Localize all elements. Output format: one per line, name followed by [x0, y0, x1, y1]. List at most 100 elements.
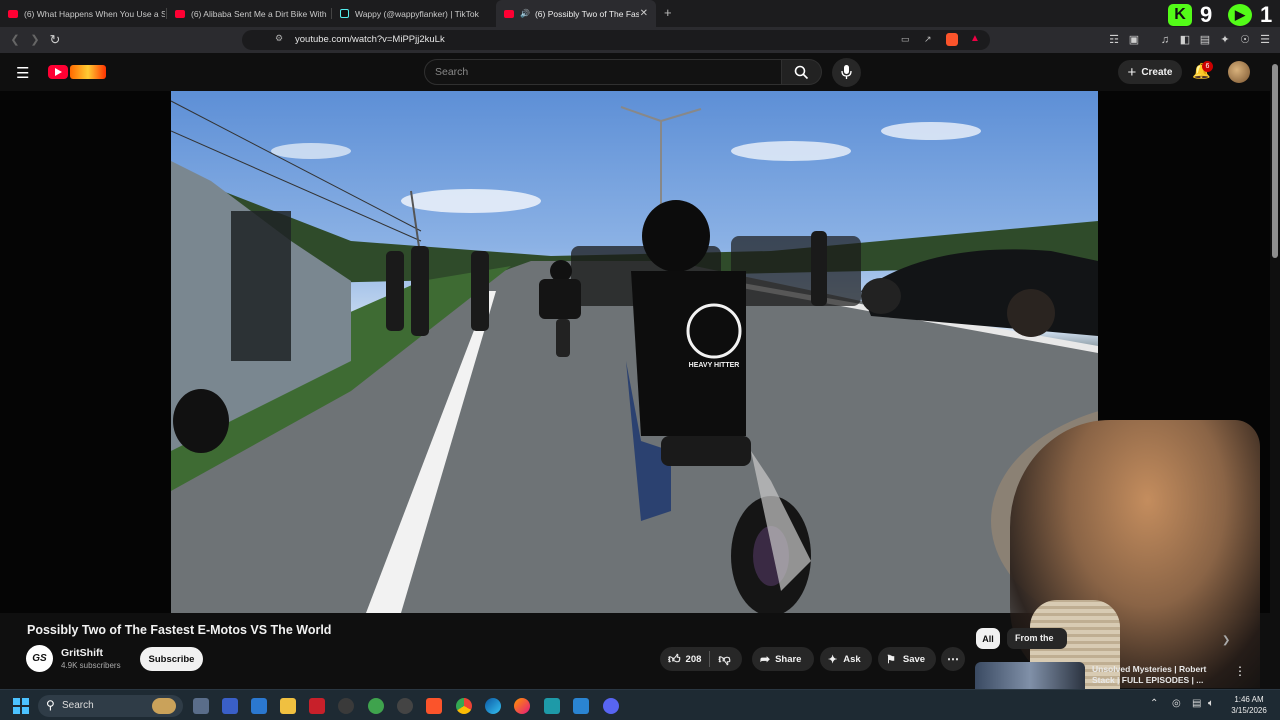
microphone-icon: [841, 65, 852, 79]
tiktok-favicon-icon: [340, 9, 349, 18]
app-icon[interactable]: [251, 698, 267, 714]
create-button[interactable]: + Create: [1118, 60, 1182, 84]
overlay-counter: 9: [1200, 2, 1213, 27]
windows-start-icon[interactable]: [13, 698, 29, 714]
chrome-icon[interactable]: [456, 698, 472, 714]
like-divider: [709, 651, 711, 667]
discord-icon[interactable]: [603, 698, 619, 714]
youtube-favicon-icon: [504, 9, 514, 18]
youtube-masthead: ☰ Search + Create 🔔 6: [0, 53, 1280, 91]
browser-tab-active[interactable]: 🔊 (6) Possibly Two of The Fastest ✕: [496, 0, 656, 27]
shirt-text: HEAVY HITTER: [689, 362, 740, 369]
vscode-icon[interactable]: [573, 698, 589, 714]
search-box[interactable]: Search: [424, 59, 782, 85]
channel-logo-icon: GS: [32, 653, 47, 664]
sidebar-icon[interactable]: ◧: [1178, 33, 1192, 47]
search-icon: ⚲: [46, 698, 55, 712]
windows-taskbar: ⚲ Search ⌃ ◎ ▤ 🔈︎ 1:46 AM 3/15/2026: [0, 689, 1280, 720]
clock-date: 3/15/2026: [1231, 706, 1267, 715]
overlay-counter: 1: [1260, 2, 1273, 27]
video-title: Possibly Two of The Fastest E-Motos VS T…: [27, 623, 332, 637]
screenshot-icon[interactable]: ▣: [1127, 33, 1141, 47]
share-page-icon[interactable]: ↗: [924, 34, 932, 45]
file-explorer-icon[interactable]: [280, 698, 296, 714]
app-icon[interactable]: [397, 698, 413, 714]
video-frame[interactable]: HEAVY HITTER: [171, 91, 1098, 613]
dislike-icon[interactable]: 👎︎: [718, 652, 730, 667]
tab-title: (6) Alibaba Sent Me a Dirt Bike With: [191, 8, 327, 19]
ask-button[interactable]: ✦ Ask: [820, 647, 872, 671]
url-text[interactable]: youtube.com/watch?v=MiPPjj2kuLk: [295, 34, 445, 45]
like-icon[interactable]: 👍︎: [668, 652, 681, 667]
brave-shields-icon[interactable]: [946, 33, 958, 46]
like-count[interactable]: 208: [686, 654, 702, 665]
browser-tab[interactable]: Wappy (@wappyflanker) | TikTok: [332, 0, 494, 27]
extensions-icon[interactable]: ☶: [1107, 33, 1121, 47]
app-icon[interactable]: [222, 698, 238, 714]
sparkle-icon: ✦: [828, 653, 838, 666]
tray-expand-icon[interactable]: ⌃: [1150, 698, 1158, 709]
youtube-doodle-icon[interactable]: [70, 65, 106, 79]
forward-icon[interactable]: ❯: [28, 33, 42, 47]
microphone-tray-icon[interactable]: ◎: [1172, 698, 1181, 709]
vpn-icon[interactable]: ☉: [1238, 33, 1252, 47]
save-button[interactable]: ⚑ Save: [878, 647, 936, 671]
cast-icon[interactable]: ▭: [901, 34, 910, 45]
speaker-icon[interactable]: 🔊: [520, 9, 530, 18]
browser-tab[interactable]: (6) What Happens When You Use a S: [0, 0, 165, 27]
ask-label: Ask: [843, 653, 861, 665]
tab-title: (6) Possibly Two of The Fastest: [534, 8, 639, 19]
brave-rewards-icon[interactable]: ▲: [970, 33, 980, 44]
share-button[interactable]: ➦ Share: [752, 647, 814, 671]
youtube-favicon-icon: [175, 9, 185, 18]
app-icon[interactable]: [338, 698, 354, 714]
youtube-logo-icon[interactable]: [48, 65, 68, 79]
network-icon[interactable]: ▤: [1192, 698, 1201, 709]
reload-icon[interactable]: ↻: [48, 33, 62, 47]
recommended-title[interactable]: Unsolved Mysteries | Robert Stack | FULL…: [1092, 664, 1214, 686]
browser-tab[interactable]: (6) Alibaba Sent Me a Dirt Bike With: [167, 0, 330, 27]
back-icon[interactable]: ❮: [8, 33, 22, 47]
bookmark-save-icon: ⚑: [886, 653, 896, 666]
chip-from-channel[interactable]: From the: [1007, 628, 1067, 649]
recommended-menu-icon[interactable]: ⋮: [1234, 664, 1246, 678]
firefox-icon[interactable]: [514, 698, 530, 714]
app-icon[interactable]: [544, 698, 560, 714]
channel-name[interactable]: GritShift: [61, 647, 103, 659]
more-actions-icon[interactable]: ⋯: [941, 647, 965, 671]
volume-icon[interactable]: 🔈︎: [1208, 698, 1214, 709]
search-button[interactable]: [782, 59, 822, 85]
youtube-favicon-icon: [8, 9, 18, 18]
plus-icon: +: [1127, 63, 1137, 81]
task-view-icon[interactable]: [193, 698, 209, 714]
brave-browser-icon[interactable]: [426, 698, 442, 714]
video-scene: HEAVY HITTER: [171, 100, 1098, 613]
search-icon: [794, 65, 809, 80]
search-input[interactable]: Search: [435, 66, 468, 78]
channel-avatar[interactable]: GS: [26, 645, 53, 672]
new-tab-button[interactable]: +: [664, 5, 672, 20]
kick-logo-icon: K: [1168, 4, 1192, 26]
browser-tab-strip: (6) What Happens When You Use a S (6) Al…: [0, 0, 1280, 27]
chip-all[interactable]: All: [976, 628, 1000, 649]
wallet-icon[interactable]: ▤: [1198, 33, 1212, 47]
address-bar[interactable]: ⚙ youtube.com/watch?v=MiPPjj2kuLk ▭ ↗ ▲: [242, 30, 990, 50]
app-icon[interactable]: [309, 698, 325, 714]
site-info-icon[interactable]: ⚙: [275, 33, 283, 44]
app-icon[interactable]: [368, 698, 384, 714]
media-icon[interactable]: ♫: [1158, 33, 1172, 47]
close-tab-icon[interactable]: ✕: [640, 8, 648, 19]
hamburger-menu-icon[interactable]: ☰: [16, 64, 29, 82]
subscribe-button[interactable]: Subscribe: [140, 647, 203, 671]
edge-icon[interactable]: [485, 698, 501, 714]
leo-ai-icon[interactable]: ✦: [1218, 33, 1232, 47]
recommended-thumbnail[interactable]: [975, 662, 1085, 689]
menu-icon[interactable]: ☰: [1258, 33, 1272, 47]
clock[interactable]: 1:46 AM 3/15/2026: [1226, 694, 1272, 716]
account-avatar[interactable]: [1228, 61, 1250, 83]
create-label: Create: [1141, 66, 1173, 78]
scrollbar-thumb[interactable]: [1272, 64, 1278, 258]
chips-next-icon[interactable]: ❯: [1222, 635, 1230, 646]
taskbar-search[interactable]: ⚲ Search: [38, 695, 183, 717]
voice-search-button[interactable]: [832, 58, 861, 87]
